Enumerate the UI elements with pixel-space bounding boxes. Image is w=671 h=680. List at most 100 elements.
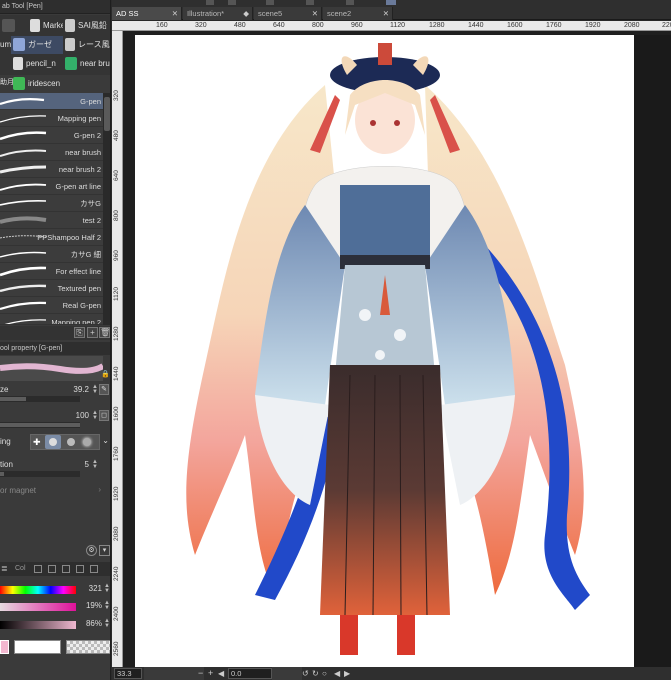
spinner-icon[interactable]: ▲ ▼ — [92, 384, 98, 395]
spinner-icon[interactable]: ▲ ▼ — [104, 583, 110, 594]
tab-scene2[interactable]: scene2 ✕ — [323, 7, 393, 20]
sub-tool-header[interactable]: ab Tool [Pen] — [0, 0, 110, 14]
reset-rotation-icon[interactable]: ○ — [322, 667, 327, 680]
stabilization-slider-track[interactable] — [0, 471, 80, 477]
brush-item[interactable]: near brush — [0, 144, 103, 161]
brush-list-scrollbar[interactable] — [103, 93, 110, 325]
horizontal-ruler: 160 320 480 640 800 960 1120 1280 1440 1… — [112, 21, 671, 31]
brush-item[interactable]: G-pen art line — [0, 178, 103, 195]
tab-illustration[interactable]: Illustration* ◆ — [183, 7, 253, 20]
tab-scene5[interactable]: scene5 ✕ — [254, 7, 322, 20]
color-set-icon[interactable] — [48, 565, 56, 573]
anti-aliasing-selector[interactable]: ✚ — [30, 434, 100, 450]
brush-item[interactable]: G-pen 2 — [0, 127, 103, 144]
brush-item[interactable]: Textured pen — [0, 280, 103, 297]
close-icon[interactable]: ✕ — [383, 7, 389, 20]
spinner-icon[interactable]: ▲ ▼ — [92, 410, 98, 421]
brush-item[interactable]: Real G-pen — [0, 297, 103, 314]
aa-medium-icon[interactable] — [67, 438, 75, 446]
spinner-icon[interactable]: ▲ ▼ — [104, 600, 110, 611]
brush-group-gauze[interactable]: ガーゼ — [11, 36, 63, 54]
chevron-right-icon[interactable]: › — [98, 485, 101, 494]
brush-item[interactable]: test 2 — [0, 212, 103, 229]
stroke-preview-icon — [0, 165, 47, 174]
hue-slider[interactable] — [0, 586, 76, 594]
aa-none-icon[interactable]: ✚ — [33, 437, 43, 447]
brush-group-marker[interactable]: Marker — [28, 17, 63, 35]
intermediate-color-icon[interactable] — [62, 565, 70, 573]
brush-group-sai[interactable]: SAI風鉛 — [63, 17, 110, 35]
lock-icon[interactable]: 🔒 — [101, 370, 110, 379]
opacity-settings-icon[interactable]: ◻ — [99, 410, 109, 421]
brush-group-lace[interactable]: レース風 — [63, 36, 110, 54]
spinner-icon[interactable]: ▲ ▼ — [92, 459, 98, 470]
brush-item[interactable]: For effect line — [0, 263, 103, 280]
trash-icon[interactable]: 🗑 — [99, 327, 110, 338]
approximate-color-icon[interactable] — [76, 565, 84, 573]
brush-item[interactable]: Mapping pen 2 — [0, 314, 103, 325]
vector-magnet-row[interactable]: or magnet › — [0, 484, 110, 504]
rotate-left-icon[interactable]: ◀ — [218, 667, 224, 680]
value-row[interactable]: 86% ▲ ▼ — [0, 618, 110, 632]
rotate-ccw-icon[interactable]: ↺ — [302, 667, 309, 680]
stabilization-row[interactable]: tion 5 ▲ ▼ — [0, 458, 110, 478]
wrench-icon[interactable]: ▾ — [99, 545, 110, 556]
opacity-slider-fill — [0, 423, 80, 427]
brush-item[interactable]: PPShampoo Half 2 — [0, 229, 103, 246]
rotation-field[interactable]: 0.0 — [228, 668, 272, 679]
stroke-preview-icon — [4, 319, 47, 324]
copy-icon[interactable]: ⎘ — [74, 327, 85, 338]
settings-icon[interactable]: ⚙ — [86, 545, 97, 556]
color-history-icon[interactable] — [90, 565, 98, 573]
stroke-preview-icon — [0, 149, 47, 157]
spinner-icon[interactable]: ▲ ▼ — [104, 618, 110, 629]
main-color-swatch[interactable] — [0, 640, 9, 654]
zoom-field[interactable]: 33.3 — [114, 668, 142, 679]
zoom-in-icon[interactable]: + — [208, 667, 213, 680]
color-slider-icon[interactable]: ≣ — [1, 562, 8, 576]
document-tab-bar: AD SS ✕ Illustration* ◆ scene5 ✕ scene2 ✕ — [112, 0, 671, 20]
close-icon[interactable]: ✕ — [312, 7, 318, 20]
aa-dot-icon — [49, 438, 57, 446]
flip-horizontal-icon[interactable]: ◀ — [334, 667, 340, 680]
transparent-color-swatch[interactable] — [66, 640, 110, 654]
sub-color-swatch[interactable] — [14, 640, 61, 654]
zoom-slider[interactable] — [144, 667, 204, 680]
brush-item[interactable]: カサG — [0, 195, 103, 212]
brush-size-row[interactable]: ze 39.2 ▲ ▼ ✎ — [0, 383, 110, 403]
brush-group-iridescent[interactable]: iridescen — [11, 75, 63, 93]
chevron-down-icon[interactable]: ⌄ — [102, 436, 109, 445]
color-wheel-icon[interactable] — [34, 565, 42, 573]
saturation-row[interactable]: 19% ▲ ▼ — [0, 600, 110, 614]
stroke-preview-icon — [0, 301, 47, 311]
brush-group-pencil[interactable]: pencil_n — [11, 55, 63, 73]
brush-item[interactable]: near brush 2 — [0, 161, 103, 178]
add-icon[interactable]: + — [87, 327, 98, 338]
toolbar-icons — [206, 0, 396, 5]
rotate-cw-icon[interactable]: ↻ — [312, 667, 319, 680]
saturation-slider[interactable] — [0, 603, 76, 611]
canvas-area[interactable] — [123, 31, 671, 667]
flip-vertical-icon[interactable]: ▶ — [344, 667, 350, 680]
hue-row[interactable]: 321 ▲ ▼ — [0, 583, 110, 597]
brush-item[interactable]: カサG 細 — [0, 246, 103, 263]
close-icon[interactable]: ✕ — [172, 7, 178, 20]
pressure-icon[interactable]: ✎ — [99, 384, 109, 395]
rotation-slider[interactable] — [272, 667, 302, 680]
marker-icon — [30, 19, 40, 33]
stroke-preview — [0, 356, 103, 381]
value-slider[interactable] — [0, 621, 76, 629]
canvas-page[interactable] — [135, 35, 634, 667]
opacity-row[interactable]: 100 ▲ ▼ ◻ — [0, 409, 110, 429]
zoom-out-icon[interactable]: − — [198, 667, 203, 680]
brush-icon — [65, 57, 77, 71]
brush-group-pen[interactable] — [0, 17, 28, 35]
brush-group-near[interactable]: near brus — [63, 55, 110, 73]
tab-ad-ss[interactable]: AD SS ✕ — [112, 7, 182, 20]
clip-studio-window: ab Tool [Pen] Marker SAI風鉛 um; ガーゼ レース風 … — [0, 0, 671, 680]
scrollbar-thumb[interactable] — [104, 97, 110, 131]
tool-property-header[interactable]: ool property [G-pen] — [0, 342, 110, 355]
brush-item[interactable]: Mapping pen — [0, 110, 103, 127]
brush-item[interactable]: G-pen — [0, 93, 103, 110]
aa-strong-icon[interactable] — [83, 438, 91, 446]
